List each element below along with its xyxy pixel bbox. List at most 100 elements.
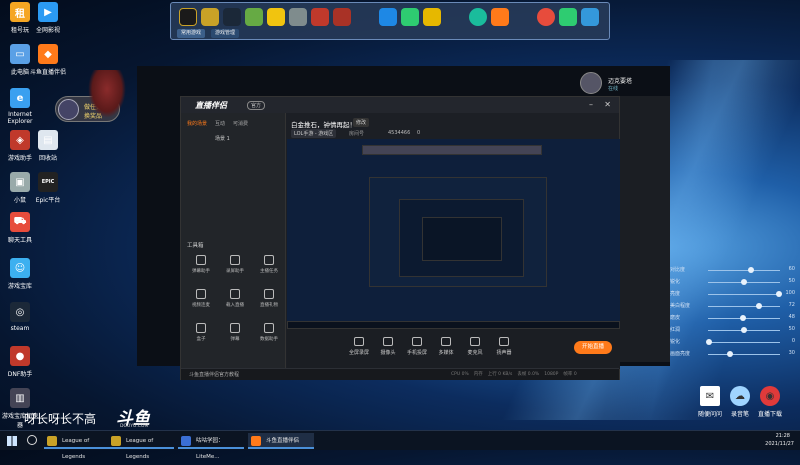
desktop-icon[interactable]: ✉ 随便问问 [695, 386, 725, 418]
wechat-icon[interactable] [401, 8, 419, 26]
tool-label: 盒子 [196, 337, 206, 342]
game-icon[interactable] [201, 8, 219, 26]
app-icon: ☺ [10, 258, 30, 278]
search-icon[interactable] [27, 435, 37, 445]
tool-item[interactable]: 弹幕 [219, 323, 251, 342]
basketball-icon[interactable] [311, 8, 329, 26]
desktop-icon[interactable]: ▶ 全网影视 [30, 2, 66, 34]
desktop-icon-label: 游戏助手 [7, 155, 32, 162]
live-button[interactable]: 开始直播 [574, 341, 612, 354]
desktop-icon[interactable]: ☁ 录音笔 [725, 386, 755, 418]
slider-knob[interactable] [740, 315, 746, 321]
streamer-watermark: 呀长呀长不高 [24, 412, 97, 426]
beauty-slider[interactable]: 红润 50 [670, 326, 795, 335]
slider-knob[interactable] [706, 339, 712, 345]
left-tab[interactable]: 互动 [215, 121, 225, 127]
beauty-slider[interactable]: 磨皮 48 [670, 314, 795, 323]
browser-icon[interactable] [469, 8, 487, 26]
tool-item[interactable]: 盒子 [185, 323, 217, 342]
qq-icon[interactable] [379, 8, 397, 26]
taskbar-item[interactable]: 斗鱼直播伴侣 [248, 433, 314, 449]
desktop-icon[interactable]: ◈ 游戏助手 [2, 130, 38, 162]
control-button[interactable]: 麦克风 [461, 337, 489, 356]
control-button[interactable]: 全屏录屏 [345, 337, 373, 356]
overwatch-icon[interactable] [245, 8, 263, 26]
control-button[interactable]: 多媒体 [432, 337, 460, 356]
edit-title-button[interactable]: 修改 [353, 118, 370, 127]
desktop-icon[interactable]: ◎ steam [2, 302, 38, 332]
desktop-icon[interactable]: e Internet Explorer [2, 88, 38, 125]
slider-knob[interactable] [727, 351, 733, 357]
taskbar: League of Legends League of Legends 咕咕学园：L… [0, 430, 800, 460]
left-pane: 我的场景 互动 可消费 场景 1 工具箱 弹幕助手 录屏助手 主播任务 视频连麦 载入直播 直… [181, 113, 286, 368]
clock-time[interactable]: 21:28 [776, 433, 790, 439]
slider-knob[interactable] [776, 291, 782, 297]
slider-track[interactable] [708, 294, 780, 295]
control-button[interactable]: 摄像头 [374, 337, 402, 356]
tool-item[interactable]: 视频连麦 [185, 289, 217, 308]
left-tab[interactable]: 我的场景 [187, 121, 207, 127]
douyu-icon[interactable] [491, 8, 509, 26]
game-icon[interactable] [267, 8, 285, 26]
avatar[interactable] [580, 72, 602, 94]
steam-icon[interactable] [223, 8, 241, 26]
minimize-icon[interactable]: – [589, 100, 593, 109]
dock-tab[interactable]: 游戏管理 [211, 29, 240, 38]
desktop-icon[interactable]: ⛟ 聊天工具 [2, 212, 38, 244]
game-icon[interactable] [423, 8, 441, 26]
taskbar-item[interactable]: 咕咕学园：LiteMe... [178, 433, 244, 460]
slider-knob[interactable] [741, 327, 747, 333]
room-label: 房间号 [349, 131, 365, 137]
tool-item[interactable]: 主播任务 [253, 255, 285, 274]
beauty-slider[interactable]: 画面亮度 30 [670, 350, 795, 359]
play-icon[interactable] [559, 8, 577, 26]
music-icon[interactable] [537, 8, 555, 26]
control-button[interactable]: 手机投屏 [403, 337, 431, 356]
close-icon[interactable]: ✕ [604, 100, 611, 109]
dock-tab[interactable]: 常用游戏 [177, 29, 206, 38]
beauty-slider[interactable]: 锐化 50 [670, 278, 795, 287]
tool-item[interactable]: 录屏助手 [219, 255, 251, 274]
tool-label: 录屏助手 [226, 269, 244, 274]
slider-track[interactable] [708, 342, 780, 343]
desktop-icon[interactable]: EPIC Epic平台 [30, 172, 66, 204]
beauty-slider[interactable]: 美白程度 72 [670, 302, 795, 311]
slider-knob[interactable] [748, 267, 754, 273]
desktop-icon[interactable]: ◆ 斗鱼直播伴侣 [30, 44, 66, 76]
room-number: 4534466 [388, 130, 411, 136]
game-icon[interactable] [289, 8, 307, 26]
desktop-icon[interactable]: ● DNF助手 [2, 346, 38, 378]
slider-value: 30 [788, 350, 795, 356]
tool-icon [196, 255, 206, 265]
start-icon[interactable] [7, 436, 17, 446]
slider-track[interactable] [708, 270, 780, 271]
dota-icon[interactable] [333, 8, 351, 26]
beauty-slider[interactable]: 亮度 100 [670, 290, 795, 299]
tool-item[interactable]: 载入直播 [219, 289, 251, 308]
taskbar-item[interactable]: League of Legends [108, 433, 174, 460]
desktop-icon[interactable]: ☺ 游戏宝库 [2, 258, 38, 290]
left-tab[interactable]: 可消费 [233, 121, 248, 127]
user-panel: 迈克要塔 在线 [578, 70, 668, 98]
control-button[interactable]: 扬声器 [490, 337, 518, 356]
notice-text[interactable]: 斗鱼直播伴侣官方教程 [189, 371, 239, 378]
slider-track[interactable] [708, 306, 780, 307]
preview-area[interactable] [287, 139, 620, 329]
slider-knob[interactable] [741, 279, 747, 285]
slider-label: 对比度 [670, 267, 686, 273]
category-tag[interactable]: LOL手游 - 游戏区 [291, 129, 337, 138]
desktop-icon[interactable]: ◉ 直播下载 [755, 386, 785, 418]
slider-track[interactable] [708, 354, 780, 355]
clock-date[interactable]: 2021/11/27 [765, 441, 794, 447]
taskbar-item[interactable]: League of Legends [44, 433, 110, 460]
game-icon[interactable] [581, 8, 599, 26]
tool-item[interactable]: 弹幕助手 [185, 255, 217, 274]
tool-item[interactable]: 数据助手 [253, 323, 285, 342]
lol-icon[interactable] [179, 8, 197, 26]
scene-item[interactable]: 场景 1 [187, 135, 281, 145]
beauty-slider[interactable]: 对比度 60 [670, 266, 795, 275]
beauty-slider[interactable]: 锐化 0 [670, 338, 795, 347]
tool-item[interactable]: 直播礼物 [253, 289, 285, 308]
slider-knob[interactable] [756, 303, 762, 309]
status-item: 上行 0 KB/s [487, 372, 513, 377]
